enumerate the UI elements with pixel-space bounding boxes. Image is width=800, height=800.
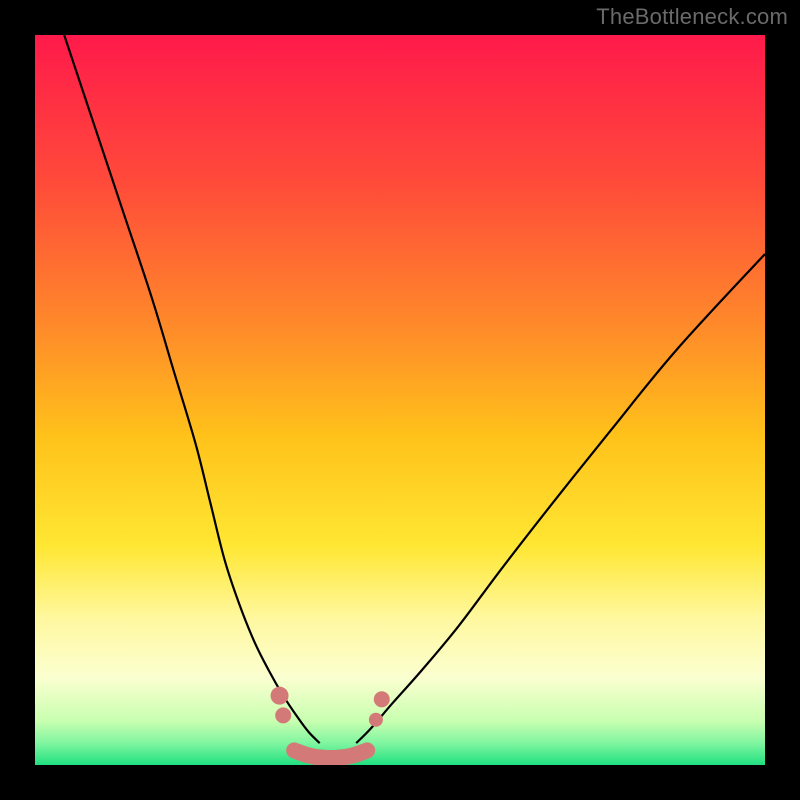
left-valley-blob-1 — [271, 687, 289, 705]
right-valley-blob-2 — [369, 713, 383, 727]
right-valley-blob-1 — [374, 691, 390, 707]
left-valley-blob-2 — [275, 707, 291, 723]
chart-curves — [35, 35, 765, 765]
plot-area — [35, 35, 765, 765]
valley-base — [294, 750, 367, 758]
chart-frame: TheBottleneck.com — [0, 0, 800, 800]
left-curve — [64, 35, 320, 743]
right-curve — [356, 254, 765, 743]
watermark-text: TheBottleneck.com — [596, 4, 788, 30]
